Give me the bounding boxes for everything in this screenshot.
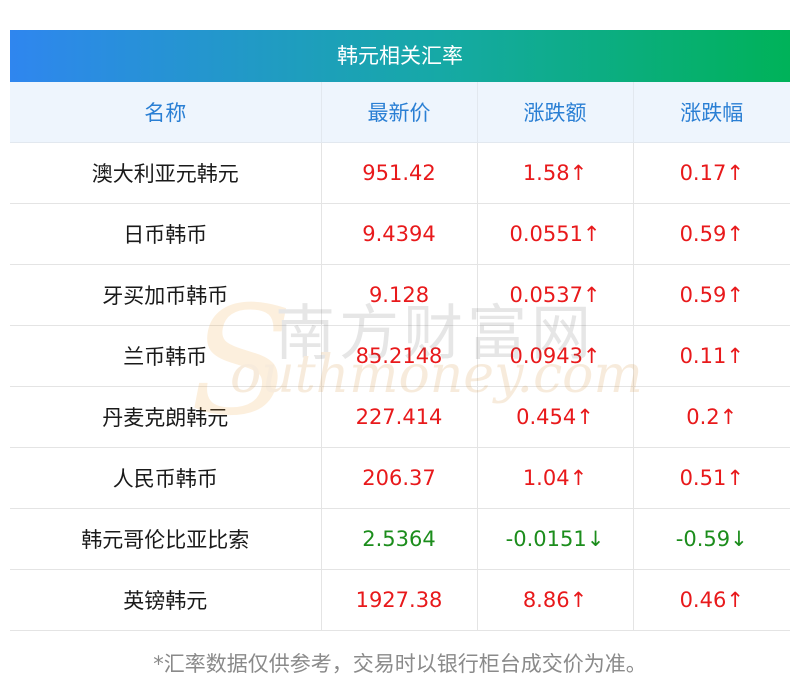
change-percent: 0.59↑ xyxy=(632,203,790,265)
header-change: 涨跌额 xyxy=(476,82,633,143)
currency-pair-name: 牙买加币韩币 xyxy=(10,264,321,326)
header-price: 最新价 xyxy=(320,82,477,143)
change-percent: 0.2↑ xyxy=(632,386,790,448)
table-row: 牙买加币韩币 9.128 0.0537↑ 0.59↑ xyxy=(10,264,790,326)
change-amount: 8.86↑ xyxy=(476,569,633,631)
change-amount: 1.04↑ xyxy=(476,447,633,509)
currency-pair-name: 澳大利亚元韩元 xyxy=(10,142,321,204)
change-amount: -0.0151↓ xyxy=(476,508,633,570)
change-amount: 0.0943↑ xyxy=(476,325,633,387)
currency-pair-name: 人民币韩币 xyxy=(10,447,321,509)
card-title: 韩元相关汇率 xyxy=(10,30,790,82)
currency-pair-name: 日币韩币 xyxy=(10,203,321,265)
latest-price: 227.414 xyxy=(320,386,477,448)
latest-price: 1927.38 xyxy=(320,569,477,631)
table-row: 丹麦克朗韩元 227.414 0.454↑ 0.2↑ xyxy=(10,386,790,448)
change-amount: 0.0551↑ xyxy=(476,203,633,265)
latest-price: 9.128 xyxy=(320,264,477,326)
change-percent: 0.17↑ xyxy=(632,142,790,204)
currency-pair-name: 丹麦克朗韩元 xyxy=(10,386,321,448)
currency-pair-name: 英镑韩元 xyxy=(10,569,321,631)
change-percent: 0.59↑ xyxy=(632,264,790,326)
rate-table: 名称 最新价 涨跌额 涨跌幅 澳大利亚元韩元 951.42 1.58↑ 0.17… xyxy=(10,82,790,631)
table-row: 兰币韩币 85.2148 0.0943↑ 0.11↑ xyxy=(10,325,790,387)
change-percent: 0.11↑ xyxy=(632,325,790,387)
table-row: 英镑韩元 1927.38 8.86↑ 0.46↑ xyxy=(10,569,790,631)
currency-pair-name: 兰币韩币 xyxy=(10,325,321,387)
table-row: 人民币韩币 206.37 1.04↑ 0.51↑ xyxy=(10,447,790,509)
currency-pair-name: 韩元哥伦比亚比索 xyxy=(10,508,321,570)
table-row: 日币韩币 9.4394 0.0551↑ 0.59↑ xyxy=(10,203,790,265)
latest-price: 9.4394 xyxy=(320,203,477,265)
header-pct: 涨跌幅 xyxy=(632,82,790,143)
exchange-rate-card: 韩元相关汇率 名称 最新价 涨跌额 涨跌幅 澳大利亚元韩元 951.42 1.5… xyxy=(10,30,790,631)
change-percent: -0.59↓ xyxy=(632,508,790,570)
change-amount: 0.0537↑ xyxy=(476,264,633,326)
change-amount: 0.454↑ xyxy=(476,386,633,448)
table-row: 澳大利亚元韩元 951.42 1.58↑ 0.17↑ xyxy=(10,142,790,204)
disclaimer-footnote: *汇率数据仅供参考，交易时以银行柜台成交价为准。 xyxy=(153,652,647,676)
latest-price: 85.2148 xyxy=(320,325,477,387)
change-amount: 1.58↑ xyxy=(476,142,633,204)
change-percent: 0.51↑ xyxy=(632,447,790,509)
latest-price: 951.42 xyxy=(320,142,477,204)
latest-price: 2.5364 xyxy=(320,508,477,570)
latest-price: 206.37 xyxy=(320,447,477,509)
change-percent: 0.46↑ xyxy=(632,569,790,631)
header-name: 名称 xyxy=(10,82,321,143)
table-header-row: 名称 最新价 涨跌额 涨跌幅 xyxy=(10,82,790,143)
table-row: 韩元哥伦比亚比索 2.5364 -0.0151↓ -0.59↓ xyxy=(10,508,790,570)
